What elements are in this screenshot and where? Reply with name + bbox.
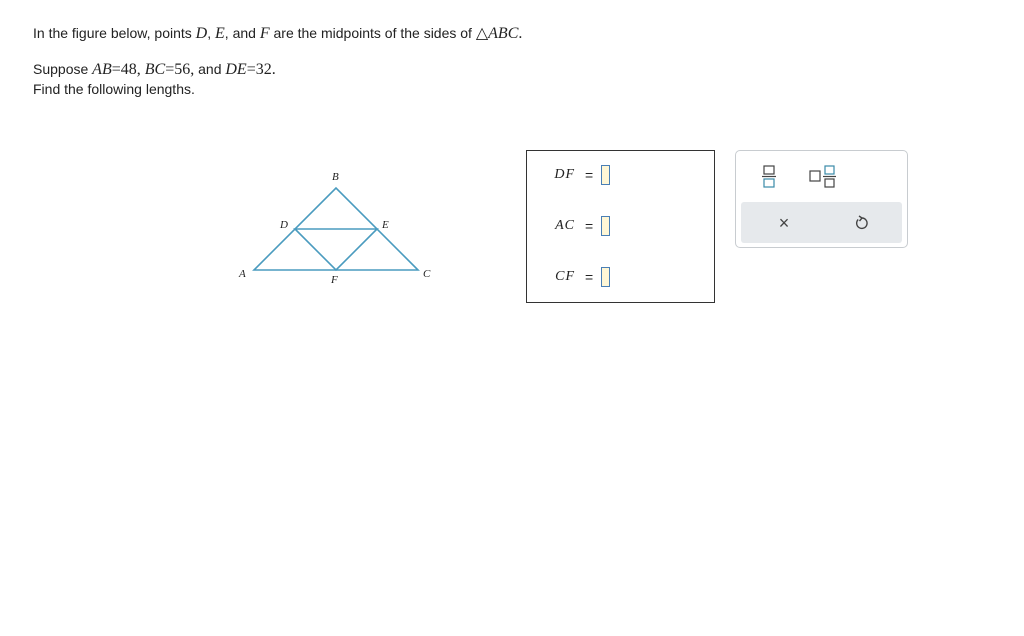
answer-row-df: DF =	[527, 163, 611, 187]
answer-row-ac: AC =	[527, 214, 611, 238]
cf-input[interactable]	[601, 267, 611, 287]
question-text: Suppose	[33, 61, 93, 77]
question-text: and	[194, 61, 226, 77]
triangle-def	[293, 228, 379, 272]
mixed-number-button[interactable]	[804, 161, 844, 191]
var-bc: BC	[144, 61, 166, 78]
var-abc: ABC	[488, 25, 519, 42]
question-text: In the figure below, points	[33, 25, 196, 41]
label-b: B	[332, 171, 339, 183]
equals-sign: =	[585, 269, 594, 285]
question-line-1: In the figure below, points D, E, and F …	[33, 24, 522, 43]
question-line-2: Suppose AB=48, BC=56, and DE=32.	[33, 60, 276, 79]
df-input[interactable]	[601, 165, 611, 185]
label-e: E	[381, 219, 389, 231]
value-bc: =56,	[165, 61, 195, 78]
answer-row-cf: CF =	[527, 265, 611, 289]
answer-label-ac: AC	[555, 218, 575, 233]
question-line-3: Find the following lengths.	[33, 81, 195, 97]
math-tool-panel: ×	[735, 150, 908, 248]
tool-action-bar: ×	[741, 202, 902, 243]
ac-input[interactable]	[601, 216, 611, 236]
question-text: .	[518, 25, 523, 42]
question-text: , and	[224, 25, 260, 41]
equals-sign: =	[585, 167, 594, 183]
fraction-icon	[762, 165, 776, 188]
var-ab: AB	[92, 61, 112, 78]
question-text: are the midpoints of the sides of	[269, 25, 476, 41]
undo-button[interactable]	[847, 208, 877, 238]
label-a: A	[238, 268, 246, 280]
clear-button[interactable]: ×	[769, 208, 799, 238]
var-d: D	[195, 25, 208, 42]
label-f: F	[330, 274, 338, 286]
var-e: E	[215, 25, 225, 42]
answer-box: DF = AC = CF =	[526, 150, 715, 303]
triangle-symbol: △	[475, 25, 489, 42]
value-de: =32.	[246, 61, 276, 78]
fraction-button[interactable]	[754, 161, 784, 191]
var-de: DE	[225, 61, 247, 78]
answer-label-df: DF	[554, 167, 575, 182]
var-f: F	[259, 25, 270, 42]
question-text: ,	[207, 25, 216, 41]
label-d: D	[279, 219, 288, 231]
triangle-figure: A B C D E F	[238, 171, 431, 286]
value-ab: =48,	[111, 61, 145, 78]
label-c: C	[423, 268, 431, 280]
answer-label-cf: CF	[555, 269, 575, 284]
mixed-number-icon	[809, 165, 836, 188]
equals-sign: =	[585, 218, 594, 234]
undo-icon	[855, 215, 868, 230]
close-icon: ×	[778, 212, 790, 233]
